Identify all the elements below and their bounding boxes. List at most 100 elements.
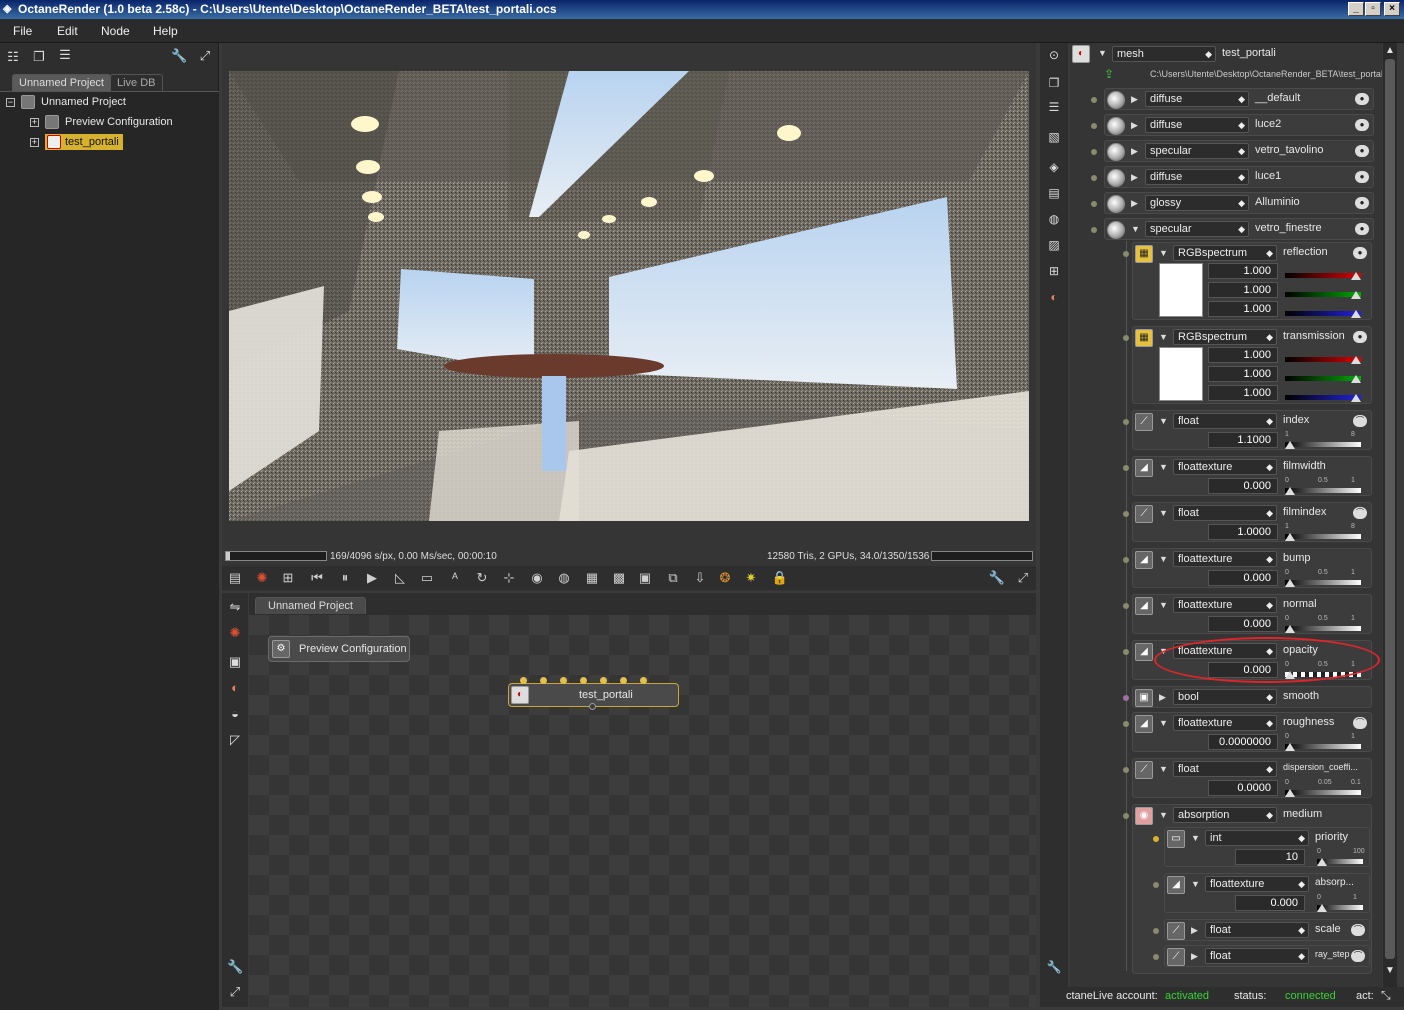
bool-type-select[interactable]: bool ◆ (1173, 689, 1277, 705)
param-type-select[interactable]: floattexture ◆ (1173, 597, 1277, 613)
node-input-pin[interactable] (640, 677, 647, 684)
input-pin[interactable] (1091, 227, 1097, 233)
collapse-icon[interactable]: ▼ (1159, 416, 1168, 426)
material-row[interactable]: ▶ diffuse ◆ __default ● (1091, 88, 1374, 110)
tab-node-project[interactable]: Unnamed Project (255, 597, 366, 614)
texture-icon[interactable]: ▤ (1046, 185, 1062, 201)
rewind-icon[interactable]: ⏮ (308, 569, 326, 587)
stack-icon[interactable]: ☰ (1046, 99, 1062, 115)
param-type-select[interactable]: float ◆ (1205, 948, 1309, 964)
expand-icon[interactable]: ▶ (1159, 692, 1166, 703)
channel-value[interactable]: 1.000 (1208, 366, 1278, 382)
value-slider[interactable]: 01 (1285, 733, 1361, 751)
pick-icon[interactable]: ⊹ (500, 569, 518, 587)
param-type-select[interactable]: float ◆ (1173, 761, 1277, 777)
param-type-select[interactable]: floattexture ◆ (1173, 715, 1277, 731)
save-image-icon[interactable]: ▤ (226, 569, 244, 587)
slider-thumb[interactable] (1285, 441, 1295, 449)
render-target-icon[interactable]: ✺ (227, 625, 243, 641)
expand-icon[interactable]: ⤢ (1014, 569, 1032, 587)
image-icon[interactable]: ▧ (1046, 129, 1062, 145)
act-icon[interactable]: ⤡ (1381, 988, 1391, 1003)
slider-thumb[interactable] (1351, 356, 1361, 364)
param-value[interactable]: 0.000 (1208, 570, 1278, 586)
slider-thumb[interactable] (1285, 625, 1295, 633)
input-pin[interactable] (1091, 201, 1097, 207)
input-pin[interactable] (1123, 335, 1129, 341)
tree-root[interactable]: − Unnamed Project (6, 93, 126, 111)
sphere-alt-icon[interactable]: ◍ (555, 569, 573, 587)
input-pin[interactable] (1123, 649, 1129, 655)
input-pin[interactable] (1123, 695, 1129, 701)
param-value[interactable]: 0.000 (1235, 895, 1305, 911)
param-value[interactable]: 0.0000 (1208, 780, 1278, 796)
channel-slider[interactable] (1285, 384, 1361, 402)
input-pin[interactable] (1153, 882, 1159, 888)
param-row-absorption[interactable]: ◢ ▼ floattexture ◆ absorp... 0.000 0 1 (1153, 873, 1370, 913)
play-icon[interactable]: ▶ (363, 569, 381, 587)
wrench-icon[interactable]: 🔧 (1046, 959, 1062, 975)
mesh-type-select[interactable]: mesh ◆ (1112, 46, 1216, 62)
curve-icon[interactable]: ⌒ (1353, 415, 1367, 427)
eye-icon[interactable]: ● (1353, 331, 1367, 343)
eye-icon[interactable]: ● (1355, 197, 1369, 209)
material-icon[interactable]: ◐ (1046, 289, 1062, 305)
slider-thumb[interactable] (1285, 789, 1295, 797)
material-row[interactable]: ▶ diffuse ◆ luce2 ● (1091, 114, 1374, 136)
param-row-normal[interactable]: ◢ ▼ floattexture ◆ normal 0.000 0 0.5 1 (1123, 594, 1372, 634)
color-swatch[interactable] (1159, 347, 1203, 401)
slider-thumb[interactable] (1351, 310, 1361, 318)
param-value[interactable]: 0.0000000 (1208, 734, 1278, 750)
param-row-filmindex[interactable]: ⟋ ▼ float ◆ filmindex ⌒ 1.0000 1 8 (1123, 502, 1372, 542)
collapse-icon[interactable]: ▼ (1159, 554, 1168, 564)
material-row[interactable]: ▶ glossy ◆ Alluminio ● (1091, 192, 1374, 214)
param-type-select[interactable]: float ◆ (1173, 505, 1277, 521)
slider-thumb[interactable] (1317, 904, 1327, 912)
screen-icon[interactable]: ▭ (418, 569, 436, 587)
material-row[interactable]: ▶ specular ◆ vetro_tavolino ● (1091, 140, 1374, 162)
channel-value[interactable]: 1.000 (1208, 301, 1278, 317)
eye-icon[interactable]: ● (1355, 119, 1369, 131)
material-row[interactable]: ▶ diffuse ◆ luce1 ● (1091, 166, 1374, 188)
mesh-node[interactable]: ◐ test_portali (508, 683, 679, 710)
node-input-pin[interactable] (520, 677, 527, 684)
node-input-pin[interactable] (540, 677, 547, 684)
scroll-thumb[interactable] (1385, 59, 1395, 959)
slider-thumb[interactable] (1285, 487, 1295, 495)
menu-node[interactable]: Node (101, 24, 130, 38)
region-icon[interactable]: ◺ (391, 569, 409, 587)
param-row-filmwidth[interactable]: ◢ ▼ floattexture ◆ filmwidth 0.000 0 0.5 1 (1123, 456, 1372, 496)
expand-icon[interactable]: ▶ (1131, 94, 1138, 105)
param-type-select[interactable]: int ◆ (1205, 830, 1309, 846)
inspector-icon[interactable]: ⊙ (1046, 47, 1062, 63)
input-pin[interactable] (1123, 511, 1129, 517)
channel-slider[interactable] (1285, 300, 1361, 318)
material-row[interactable]: ▼ specular ◆ vetro_finestre ● (1091, 218, 1374, 240)
reflection-type-select[interactable]: RGBspectrum ◆ (1173, 245, 1277, 261)
checker-icon[interactable]: ▩ (610, 569, 628, 587)
maximize-button[interactable]: ▫ (1365, 2, 1381, 16)
tab-live-db[interactable]: Live DB (110, 74, 163, 91)
camera-icon[interactable]: ▣ (227, 654, 243, 670)
curve-icon[interactable]: ⌒ (1351, 950, 1365, 962)
minimize-button[interactable]: _ (1348, 2, 1364, 16)
rotate-icon[interactable]: ↻ (473, 569, 491, 587)
param-type-select[interactable]: float ◆ (1173, 413, 1277, 429)
channel-value[interactable]: 1.000 (1208, 263, 1278, 279)
wrench-icon[interactable]: 🔧 (227, 959, 243, 975)
channel-value[interactable]: 1.000 (1208, 282, 1278, 298)
input-pin[interactable] (1123, 465, 1129, 471)
param-row-smooth[interactable]: ▣ ▶ bool ◆ smooth (1123, 686, 1372, 708)
input-pin[interactable] (1123, 557, 1129, 563)
material-icon[interactable]: ❂ (716, 569, 734, 587)
load-file-icon[interactable]: ⇪ (1104, 67, 1114, 81)
collapse-icon[interactable]: ▼ (1159, 462, 1168, 472)
camera-icon[interactable]: ◈ (1046, 159, 1062, 175)
param-row-bump[interactable]: ◢ ▼ floattexture ◆ bump 0.000 0 0.5 1 (1123, 548, 1372, 588)
material-type-select[interactable]: diffuse ◆ (1145, 91, 1249, 107)
eye-icon[interactable]: ● (1355, 93, 1369, 105)
tab-unnamed-project[interactable]: Unnamed Project (12, 74, 111, 91)
transmission-type-select[interactable]: RGBspectrum ◆ (1173, 329, 1277, 345)
expand-icon[interactable]: ▶ (1131, 172, 1138, 183)
value-slider[interactable]: 18 (1285, 431, 1361, 449)
